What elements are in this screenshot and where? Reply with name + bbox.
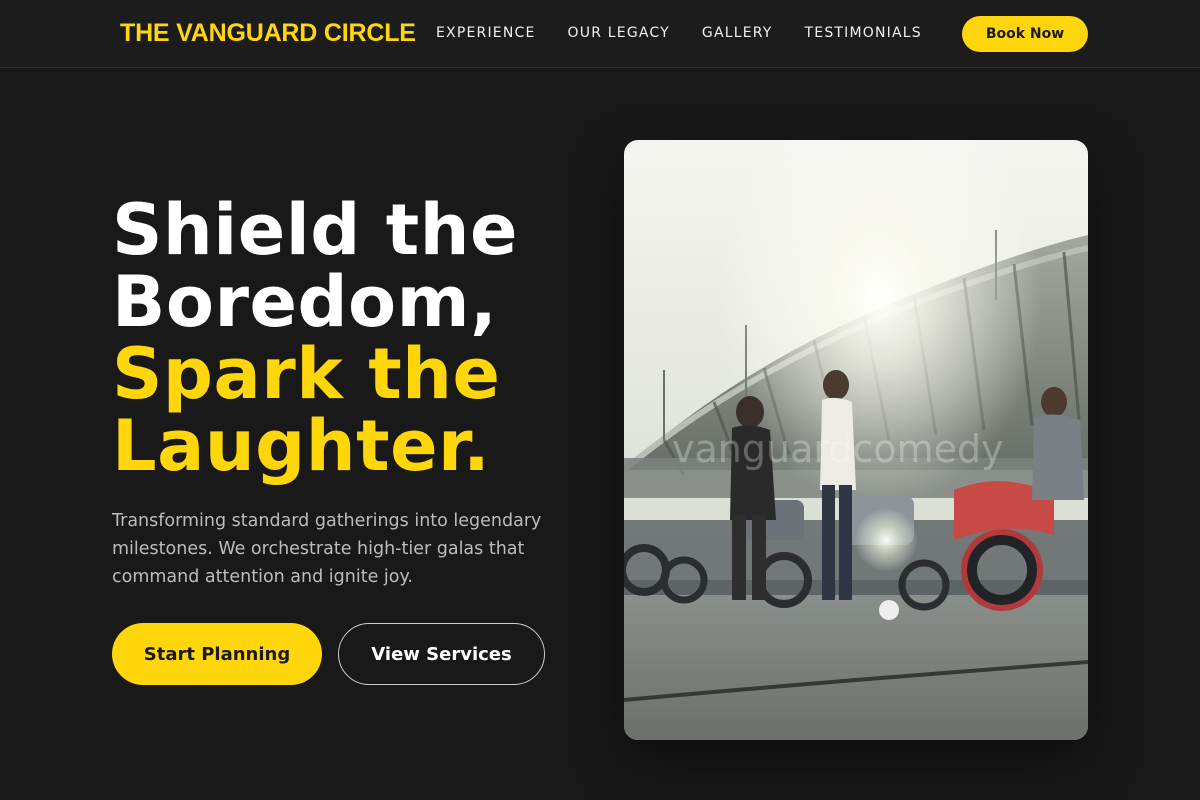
start-planning-button[interactable]: Start Planning: [112, 623, 322, 685]
stadium-photo: vanguardcomedy: [624, 140, 1088, 740]
hero-subtext: Transforming standard gatherings into le…: [112, 511, 542, 587]
image-watermark: vanguardcomedy: [672, 427, 1004, 471]
nav-link-testimonials[interactable]: TESTIMONIALS: [805, 24, 922, 42]
site-header: THE VANGUARD CIRCLE EXPERIENCE OUR LEGAC…: [0, 0, 1200, 68]
book-now-button[interactable]: Book Now: [962, 16, 1088, 52]
nav-link-experience[interactable]: EXPERIENCE: [436, 24, 536, 42]
brand-logo[interactable]: THE VANGUARD CIRCLE: [120, 17, 416, 49]
headline-line-1: Shield the: [112, 189, 518, 271]
main-nav: EXPERIENCE OUR LEGACY GALLERY TESTIMONIA…: [436, 24, 922, 42]
headline-line-4: Laughter.: [112, 405, 491, 487]
hero-image: vanguardcomedy: [624, 140, 1088, 740]
hero-headline: Shield the Boredom, Spark the Laughter.: [112, 194, 518, 482]
headline-line-3: Spark the: [112, 333, 501, 415]
nav-link-gallery[interactable]: GALLERY: [702, 24, 773, 42]
nav-link-our-legacy[interactable]: OUR LEGACY: [568, 24, 670, 42]
view-services-button[interactable]: View Services: [338, 623, 545, 685]
headline-line-2: Boredom,: [112, 261, 498, 343]
